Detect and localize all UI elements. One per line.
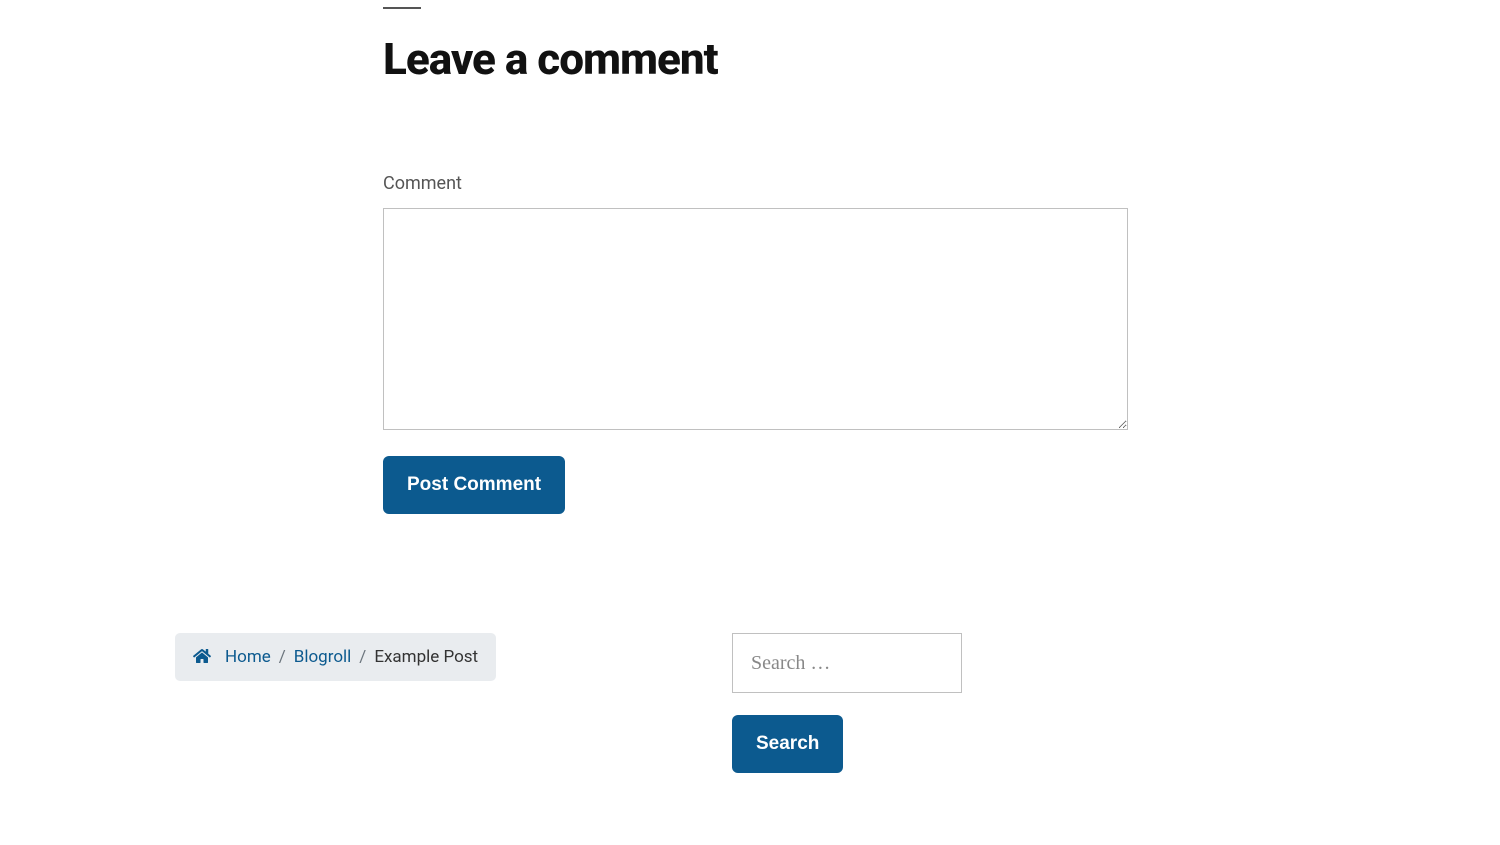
- search-input[interactable]: [732, 633, 962, 693]
- comment-field-label: Comment: [383, 173, 1128, 194]
- comment-form-section: Leave a comment Comment Post Comment: [383, 0, 1128, 514]
- post-comment-button[interactable]: Post Comment: [383, 456, 565, 514]
- breadcrumb-widget: Home / Blogroll / Example Post: [175, 633, 496, 681]
- comment-textarea[interactable]: [383, 208, 1128, 430]
- breadcrumb-current: Example Post: [374, 647, 478, 667]
- home-icon: [193, 648, 211, 666]
- footer-widgets: Home / Blogroll / Example Post Search: [175, 633, 1325, 681]
- section-divider: [383, 7, 421, 9]
- breadcrumb-item-blogroll[interactable]: Blogroll: [294, 647, 352, 667]
- search-button[interactable]: Search: [732, 715, 843, 773]
- section-heading: Leave a comment: [383, 33, 1128, 85]
- breadcrumb-separator: /: [279, 647, 286, 667]
- breadcrumb: Home / Blogroll / Example Post: [175, 633, 496, 681]
- breadcrumb-separator: /: [359, 647, 366, 667]
- breadcrumb-home-link[interactable]: Home: [225, 647, 271, 667]
- search-widget: Search: [732, 633, 962, 773]
